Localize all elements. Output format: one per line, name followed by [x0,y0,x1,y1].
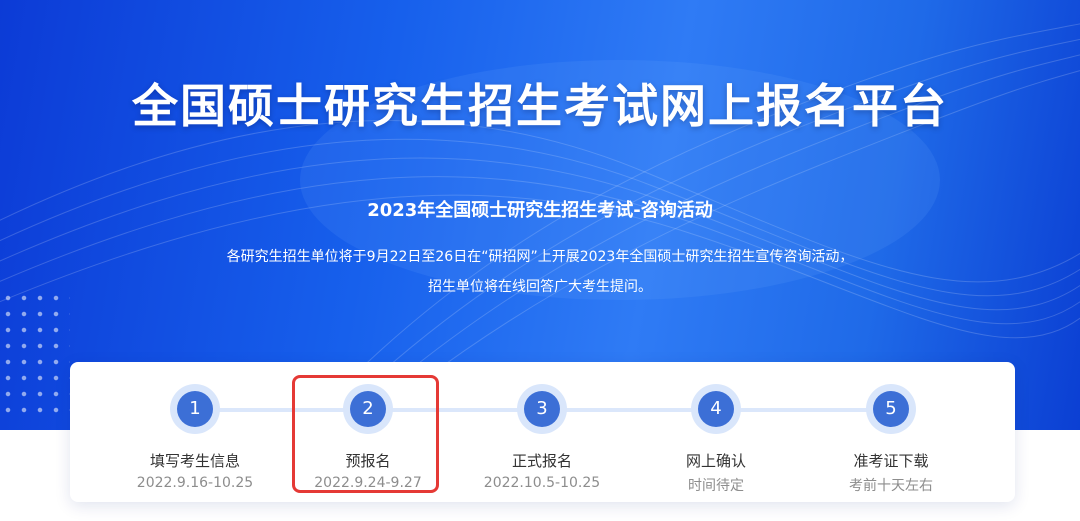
step-date: 时间待定 [688,478,744,494]
step-1[interactable]: 1 填写考生信息 2022.9.16-10.25 [95,380,295,491]
step-label: 准考证下载 [853,452,929,470]
step-circle-ring: 4 [691,384,741,434]
step-circle-ring: 3 [517,384,567,434]
step-3[interactable]: 3 正式报名 2022.10.5-10.25 [442,380,642,491]
step-label: 填写考生信息 [149,452,240,470]
step-date: 考前十天左右 [849,478,933,494]
step-date: 2022.10.5-10.25 [483,475,601,491]
registration-steps-card: 1 填写考生信息 2022.9.16-10.25 2 预报名 2022.9.24… [70,362,1015,502]
page-title: 全国硕士研究生招生考试网上报名平台 [132,79,948,133]
step-number: 3 [524,391,560,427]
step-2-highlight-box [292,375,439,493]
step-4[interactable]: 4 网上确认 时间待定 [616,380,816,495]
step-circle-ring: 5 [866,384,916,434]
step-date: 2022.9.16-10.25 [136,475,254,491]
step-number: 4 [698,391,734,427]
step-5[interactable]: 5 准考证下载 考前十天左右 [791,380,991,495]
step-circle-ring: 1 [170,384,220,434]
step-number: 5 [873,391,909,427]
dot-pattern-decoration [0,290,70,420]
step-number: 1 [177,391,213,427]
activity-subtitle: 2023年全国硕士研究生招生考试-咨询活动 [367,200,713,221]
activity-description-line-2: 招生单位将在线回答广大考生提问。 [428,279,652,295]
step-label: 正式报名 [511,452,572,470]
activity-description-line-1: 各研究生招生单位将于9月22日至26日在“研招网”上开展2023年全国硕士研究生… [226,249,854,265]
step-label: 网上确认 [685,452,746,470]
